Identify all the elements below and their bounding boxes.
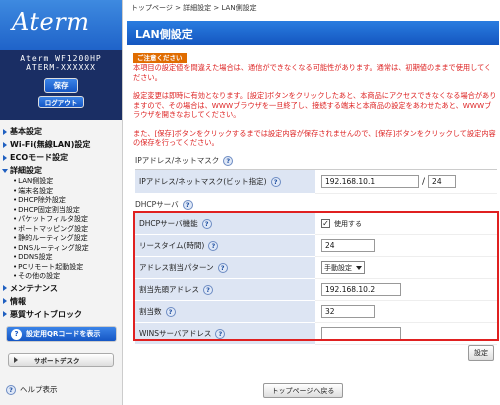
dhcp-highlight-box — [133, 211, 499, 341]
menu-sub-port-mapping[interactable]: ポートマッピング設定 — [3, 225, 122, 235]
menu-site-block[interactable]: 悪質サイトブロック — [3, 308, 122, 321]
breadcrumb: トップページ > 詳細設定 > LAN側設定 — [131, 4, 257, 12]
support-desk-label: サポートデスク — [34, 357, 80, 365]
notice-line-2: 設定変更は即時に有効となります。[設定]ボタンをクリックしたあと、本商品にアクセ… — [133, 91, 497, 119]
help-icon[interactable]: ? — [270, 176, 281, 187]
aterm-logo: Aterm — [12, 8, 90, 36]
arrow-right-icon — [3, 298, 7, 304]
ip-label: IPアドレス/ネットマスク(ビット指定)? — [135, 170, 315, 194]
arrow-down-icon — [2, 168, 8, 173]
ip-address-input[interactable] — [321, 175, 419, 188]
menu-eco-settings[interactable]: ECOモード設定 — [3, 151, 122, 164]
arrow-right-icon — [3, 141, 7, 148]
help-icon: ? — [6, 384, 16, 395]
menu-wifi-settings[interactable]: Wi-Fi(無線LAN)設定 — [3, 138, 122, 151]
ip-section-title: IPアドレス/ネットマスク? — [135, 155, 237, 166]
page-title: LAN側設定 — [127, 21, 499, 45]
menu-sub-dhcp-fixed[interactable]: DHCP固定割当設定 — [3, 206, 122, 216]
device-id: ATERM-XXXXXX — [26, 63, 96, 72]
netmask-input[interactable] — [428, 175, 457, 188]
help-icon[interactable]: ? — [223, 155, 234, 166]
notice-line-1: ご注意ください 本項目の設定値を間違えた場合は、通信ができなくなる可能性があります… — [133, 53, 492, 82]
menu-sub-packet-filter[interactable]: パケットフィルタ設定 — [3, 215, 122, 225]
arrow-right-icon — [3, 285, 7, 291]
ip-separator: / — [422, 176, 426, 187]
dhcp-section-title: DHCPサーバ? — [135, 199, 197, 210]
help-display-label: ヘルプ表示 — [20, 385, 58, 394]
arrow-right-icon — [3, 154, 7, 161]
menu-sub-dhcp-exclude[interactable]: DHCP除外設定 — [3, 196, 122, 206]
ip-table: IPアドレス/ネットマスク(ビット指定)? / — [135, 169, 497, 194]
arrow-right-icon — [3, 311, 7, 317]
menu-basic-settings[interactable]: 基本設定 — [3, 125, 122, 138]
menu-sub-lan[interactable]: LAN側設定 — [3, 177, 122, 187]
sidebar: Aterm Aterm WF1200HP ATERM-XXXXXX 保存 ログア… — [0, 0, 123, 405]
side-menu: 基本設定 Wi-Fi(無線LAN)設定 ECOモード設定 詳細設定 LAN側設定… — [0, 120, 122, 321]
menu-info[interactable]: 情報 — [3, 295, 122, 308]
ip-row: IPアドレス/ネットマスク(ビット指定)? / — [135, 170, 497, 194]
arrow-right-icon — [14, 357, 18, 363]
show-qr-button[interactable]: ? 設定用QRコードを表示 — [6, 326, 117, 342]
menu-sub-dns-routing[interactable]: DNSルーティング設定 — [3, 244, 122, 254]
model-name: Aterm WF1200HP — [20, 54, 102, 63]
notice-line-3: また、[保存]ボタンをクリックするまでは設定内容が保存されませんので、[保存]ボ… — [133, 128, 496, 148]
menu-sub-pc-remote[interactable]: PCリモート起動設定 — [3, 263, 122, 273]
back-to-top-button[interactable]: トップページへ戻る — [263, 383, 343, 398]
help-display-link[interactable]: ? ヘルプ表示 — [6, 384, 58, 395]
show-qr-label: 設定用QRコードを表示 — [26, 330, 101, 338]
model-panel: Aterm WF1200HP ATERM-XXXXXX 保存 ログアウト — [0, 50, 122, 120]
menu-sub-static-routing[interactable]: 静的ルーティング設定 — [3, 234, 122, 244]
logo-area: Aterm — [0, 0, 122, 50]
help-icon: ? — [11, 328, 22, 340]
support-desk-button[interactable]: サポートデスク — [8, 353, 114, 367]
arrow-right-icon — [3, 128, 7, 135]
help-icon[interactable]: ? — [182, 199, 193, 210]
save-button[interactable]: 保存 — [44, 78, 78, 93]
menu-advanced-settings[interactable]: 詳細設定 — [2, 164, 122, 177]
notice-box: ご注意ください 本項目の設定値を間違えた場合は、通信ができなくなる可能性があります… — [133, 53, 497, 157]
menu-sub-other[interactable]: その他の設定 — [3, 272, 122, 282]
menu-maintenance[interactable]: メンテナンス — [3, 282, 122, 295]
menu-sub-ddns[interactable]: DDNS設定 — [3, 253, 122, 263]
main-content: トップページ > 詳細設定 > LAN側設定 LAN側設定 ご注意ください 本項目… — [123, 0, 500, 405]
logout-button[interactable]: ログアウト — [38, 96, 84, 108]
menu-sub-device-name[interactable]: 端末名設定 — [3, 187, 122, 197]
notice-label: ご注意ください — [133, 53, 187, 63]
apply-settings-button[interactable]: 設定 — [468, 345, 494, 361]
